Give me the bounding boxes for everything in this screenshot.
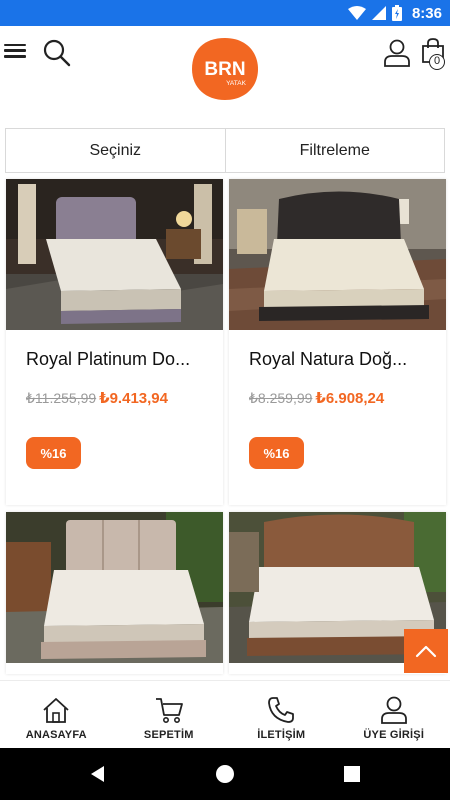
app-header: BRN YATAK 0 bbox=[0, 26, 450, 108]
product-card[interactable]: Royal Natura Doğ... ₺8.259,99 ₺6.908,24 %… bbox=[229, 179, 446, 505]
logo-subtitle-text: YATAK bbox=[226, 80, 247, 87]
product-prices: ₺11.255,99 ₺9.413,94 bbox=[26, 389, 168, 407]
old-price: ₺8.259,99 bbox=[249, 390, 313, 406]
status-time: 8:36 bbox=[411, 4, 442, 22]
sale-price: ₺9.413,94 bbox=[99, 390, 168, 407]
discount-badge: %16 bbox=[249, 437, 304, 469]
status-icons: 8:36 bbox=[347, 3, 442, 23]
product-card[interactable] bbox=[6, 512, 223, 674]
sort-filter-bar: Seçiniz Filtreleme bbox=[5, 128, 445, 173]
nav-item-contact[interactable]: İLETİŞİM bbox=[225, 681, 338, 748]
user-icon bbox=[380, 696, 407, 724]
battery-icon bbox=[391, 5, 402, 21]
cart-count-badge: 0 bbox=[429, 54, 445, 70]
logo-brand-text: BRN bbox=[204, 59, 245, 80]
system-navigation-bar bbox=[0, 748, 450, 800]
cart-icon bbox=[155, 698, 183, 723]
menu-icon[interactable] bbox=[4, 40, 28, 64]
nav-item-home[interactable]: ANASAYFA bbox=[0, 681, 113, 748]
nav-label-login: ÜYE GİRİŞİ bbox=[363, 729, 425, 741]
home-icon bbox=[43, 698, 69, 723]
recents-icon[interactable] bbox=[342, 764, 362, 784]
product-title[interactable]: Royal Platinum Do... bbox=[26, 349, 211, 370]
user-icon[interactable] bbox=[382, 38, 412, 68]
product-image[interactable] bbox=[229, 179, 446, 330]
sale-price: ₺6.908,24 bbox=[315, 390, 385, 407]
nav-label-cart: SEPETİM bbox=[143, 729, 194, 741]
signal-icon bbox=[371, 6, 386, 20]
product-prices: ₺8.259,99 ₺6.908,24 bbox=[249, 389, 384, 407]
nav-item-login[interactable]: ÜYE GİRİŞİ bbox=[338, 681, 450, 748]
nav-label-contact: İLETİŞİM bbox=[257, 729, 306, 741]
nav-item-cart[interactable]: SEPETİM bbox=[113, 681, 226, 748]
back-icon[interactable] bbox=[88, 764, 108, 784]
nav-label-home: ANASAYFA bbox=[25, 729, 87, 741]
chevron-up-icon bbox=[415, 645, 437, 658]
phone-icon bbox=[268, 697, 295, 723]
sort-select-button[interactable]: Seçiniz bbox=[6, 129, 225, 172]
search-icon[interactable] bbox=[42, 38, 72, 68]
app-screen: 8:36 BRN YATAK 0 Seçiniz Filtreleme Roya… bbox=[0, 0, 450, 800]
discount-badge: %16 bbox=[26, 437, 81, 469]
product-card[interactable]: Royal Platinum Do... ₺11.255,99 ₺9.413,94… bbox=[6, 179, 223, 505]
old-price: ₺11.255,99 bbox=[26, 390, 97, 406]
wifi-icon bbox=[347, 6, 366, 20]
scroll-to-top-button[interactable] bbox=[404, 629, 448, 673]
product-title[interactable]: Royal Natura Doğ... bbox=[249, 349, 434, 370]
product-image[interactable] bbox=[6, 512, 223, 663]
status-bar: 8:36 bbox=[0, 0, 450, 26]
home-circle-icon[interactable] bbox=[215, 764, 235, 784]
bottom-navigation: ANASAYFA SEPETİM İLETİŞİM ÜYE GİRİŞİ bbox=[0, 680, 450, 748]
product-image[interactable] bbox=[6, 179, 223, 330]
cart-button[interactable]: 0 bbox=[421, 38, 449, 72]
filter-button[interactable]: Filtreleme bbox=[224, 129, 445, 172]
brand-logo[interactable]: BRN YATAK bbox=[190, 36, 260, 102]
